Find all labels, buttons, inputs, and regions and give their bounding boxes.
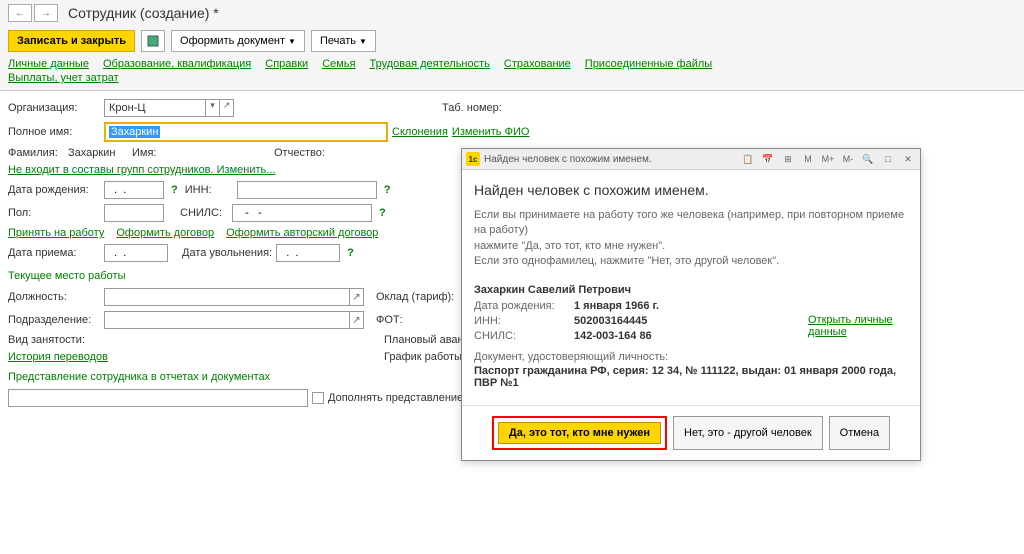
open-personal-link[interactable]: Открыть личные данные	[808, 314, 893, 338]
org-label: Организация:	[8, 102, 100, 114]
tab-insurance[interactable]: Страхование	[504, 58, 571, 70]
maximize-icon[interactable]: □	[880, 151, 896, 167]
fullname-input[interactable]: Захаркин	[104, 122, 388, 142]
fot-label: ФОТ:	[376, 314, 403, 326]
cancel-button[interactable]: Отмена	[829, 416, 890, 450]
snils-input[interactable]	[232, 204, 372, 222]
zoom-icon[interactable]: 🔍	[860, 151, 876, 167]
hire-link[interactable]: Принять на работу	[8, 227, 104, 239]
dop-label: Дополнять представление	[328, 392, 463, 404]
help-icon[interactable]: ?	[381, 184, 394, 196]
person-inn: 502003164445	[574, 315, 647, 327]
nav-back[interactable]: ←	[8, 4, 32, 22]
save-icon[interactable]	[141, 30, 165, 52]
app-icon: 1c	[466, 152, 480, 166]
no-button[interactable]: Нет, это - другой человек	[673, 416, 823, 450]
du-input[interactable]	[276, 244, 340, 262]
fam-label: Фамилия:	[8, 147, 64, 159]
declensions-link[interactable]: Склонения	[392, 126, 448, 138]
tab-education[interactable]: Образование, квалификация	[103, 58, 251, 70]
yes-button[interactable]: Да, это тот, кто мне нужен	[498, 422, 661, 444]
pol-input[interactable]	[104, 204, 164, 222]
change-fio-link[interactable]: Изменить ФИО	[452, 126, 530, 138]
pa-label: Плановый аванс:	[384, 334, 472, 346]
tab-family[interactable]: Семья	[322, 58, 355, 70]
department-field[interactable]: ↗	[104, 311, 364, 329]
close-icon[interactable]: ✕	[900, 151, 916, 167]
dialog-text: Если вы принимаете на работу того же чел…	[474, 208, 908, 270]
contract-link[interactable]: Оформить договор	[116, 227, 214, 239]
author-contract-link[interactable]: Оформить авторский договор	[226, 227, 378, 239]
doc-label: Документ, удостоверяющий личность:	[474, 351, 908, 363]
tab-work[interactable]: Трудовая деятельность	[370, 58, 490, 70]
inn-label: ИНН:	[185, 184, 233, 196]
doc-button[interactable]: Оформить документ ▼	[171, 30, 305, 52]
dob-input[interactable]	[104, 181, 164, 199]
calc-icon[interactable]: ⊞	[780, 151, 796, 167]
transfer-history-link[interactable]: История переводов	[8, 351, 108, 363]
print-button[interactable]: Печать ▼	[311, 30, 376, 52]
help-icon[interactable]: ?	[344, 247, 357, 259]
person-snils: 142-003-164 86	[574, 330, 652, 342]
dp-label: Дата приема:	[8, 247, 100, 259]
im-label: Имя:	[132, 147, 192, 159]
m-button[interactable]: M	[800, 151, 816, 167]
nav-fwd[interactable]: →	[34, 4, 58, 22]
clipboard-icon[interactable]: 📋	[740, 151, 756, 167]
help-icon[interactable]: ?	[376, 207, 389, 219]
person-name: Захаркин Савелий Петрович	[474, 284, 908, 296]
extend-repr-checkbox[interactable]	[312, 392, 324, 404]
open-icon: ↗	[349, 312, 363, 328]
tabn-label: Таб. номер:	[442, 102, 502, 114]
dp-input[interactable]	[104, 244, 168, 262]
help-icon[interactable]: ?	[168, 184, 181, 196]
okl-label: Оклад (тариф):	[376, 291, 454, 303]
person-dob: 1 января 1966 г.	[574, 300, 659, 312]
tab-files[interactable]: Присоединенные файлы	[585, 58, 712, 70]
pod-label: Подразделение:	[8, 314, 100, 326]
dialog-titlebar: Найден человек с похожим именем.	[484, 154, 736, 165]
groups-link[interactable]: Не входит в составы групп сотрудников. И…	[8, 164, 275, 176]
dialog-heading: Найден человек с похожим именем.	[474, 182, 908, 198]
dol-label: Должность:	[8, 291, 100, 303]
tab-personal[interactable]: Личные данные	[8, 58, 89, 70]
snils-label: СНИЛС:	[180, 207, 228, 219]
open-icon[interactable]: ↗	[219, 100, 233, 116]
inn-input[interactable]	[237, 181, 377, 199]
tab-payments[interactable]: Выплаты, учет затрат	[8, 72, 119, 84]
pol-label: Пол:	[8, 207, 100, 219]
position-field[interactable]: ↗	[104, 288, 364, 306]
doc-value: Паспорт гражданина РФ, серия: 12 34, № 1…	[474, 365, 908, 389]
tab-refs[interactable]: Справки	[265, 58, 308, 70]
fam-value: Захаркин	[68, 147, 128, 159]
org-select[interactable]: Крон-Ц ▾ ↗	[104, 99, 234, 117]
calendar-icon[interactable]: 📅	[760, 151, 776, 167]
vz-label: Вид занятости:	[8, 334, 100, 346]
dob-label: Дата рождения:	[8, 184, 100, 196]
chevron-down-icon[interactable]: ▾	[205, 100, 219, 116]
open-icon: ↗	[349, 289, 363, 305]
m-minus-button[interactable]: M-	[840, 151, 856, 167]
gr-label: График работы:	[384, 351, 465, 363]
repr-input[interactable]	[8, 389, 308, 407]
save-close-button[interactable]: Записать и закрыть	[8, 30, 135, 52]
du-label: Дата увольнения:	[182, 247, 272, 259]
page-title: Сотрудник (создание) *	[68, 5, 219, 21]
ot-label: Отчество:	[274, 147, 325, 159]
name-label: Полное имя:	[8, 126, 100, 138]
m-plus-button[interactable]: M+	[820, 151, 836, 167]
